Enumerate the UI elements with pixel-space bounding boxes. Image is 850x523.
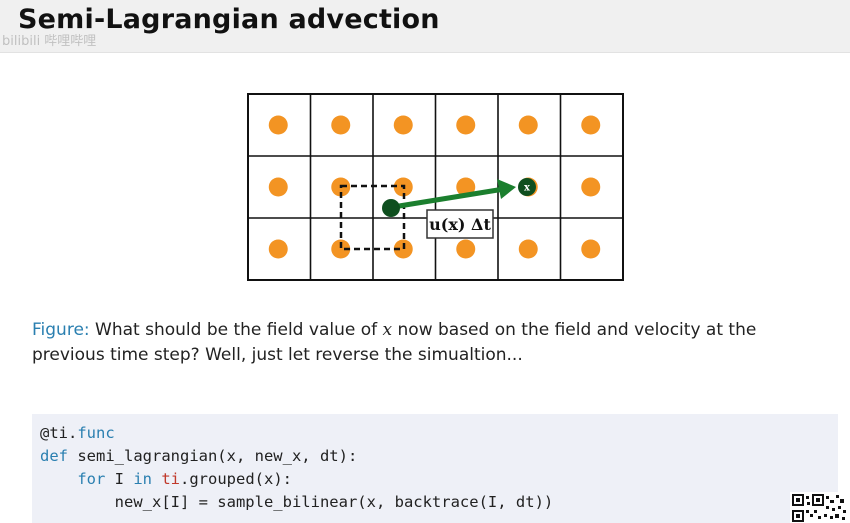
- grid-dot: [456, 115, 476, 135]
- target-point-label: x: [524, 183, 531, 194]
- watermark: bilibili 哔哩哔哩: [2, 34, 97, 49]
- grid-dot: [393, 115, 413, 135]
- code-block: @ti.func def semi_lagrangian(x, new_x, d…: [32, 414, 838, 523]
- grid-dot: [581, 177, 601, 197]
- qr-code-icon: [790, 492, 848, 523]
- grid-dot: [518, 239, 538, 259]
- grid-lines: [247, 93, 624, 281]
- grid-dot: [268, 239, 288, 259]
- caption-math-x: x: [382, 320, 393, 340]
- grid-dot: [268, 115, 288, 135]
- grid-dot: [268, 177, 288, 197]
- code-line-1: @ti.func: [40, 424, 115, 442]
- code-line-3: for I in ti.grouped(x):: [77, 470, 292, 488]
- caption-text-before: What should be the field value of: [89, 320, 383, 340]
- velocity-arrow-head: [497, 179, 516, 199]
- code-line-2: def semi_lagrangian(x, new_x, dt):: [40, 447, 358, 465]
- grid-dot: [581, 239, 601, 259]
- velocity-label: u(x) Δt: [429, 215, 491, 234]
- departure-point: [382, 199, 400, 217]
- grid-dot: [581, 115, 601, 135]
- figure-caption: Figure: What should be the field value o…: [32, 318, 822, 368]
- grid-dot: [456, 239, 476, 259]
- advection-figure: x u(x) Δt: [247, 93, 624, 281]
- grid-dot: [331, 115, 351, 135]
- grid-dot: [518, 115, 538, 135]
- code-line-4: new_x[I] = sample_bilinear(x, backtrace(…: [40, 493, 554, 511]
- title-bar: Semi-Lagrangian advection bilibili 哔哩哔哩: [0, 0, 850, 53]
- caption-label: Figure:: [32, 320, 90, 340]
